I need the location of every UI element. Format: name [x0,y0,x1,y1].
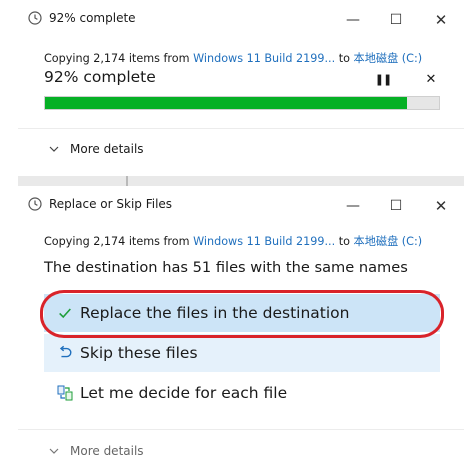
conflict-message: The destination has 51 files with the sa… [44,259,408,276]
maximize-button[interactable]: ☐ [373,0,419,40]
divider [18,128,464,129]
to-word: to [335,52,354,65]
checkmark-icon [56,304,74,322]
title-bar: 92% complete — ☐ ✕ [18,0,464,40]
title-bar: Replace or Skip Files — ☐ ✕ [18,186,464,226]
source-link[interactable]: Windows 11 Build 2199... [193,52,335,65]
skip-files-option[interactable]: Skip these files [44,334,440,372]
pause-button[interactable]: ❚❚ [373,69,393,89]
more-details-toggle[interactable]: More details [48,444,144,458]
source-link[interactable]: Windows 11 Build 2199... [193,235,335,248]
chevron-down-icon [49,448,59,454]
skip-option-label: Skip these files [80,344,198,362]
cancel-button[interactable]: ✕ [421,69,441,89]
copy-summary: Copying 2,174 items from Windows 11 Buil… [44,50,422,66]
close-button[interactable]: ✕ [418,0,464,40]
destination-link[interactable]: 本地磁盘 (C:) [354,52,423,65]
copy-progress-dialog: 92% complete — ☐ ✕ Copying 2,174 items f… [18,0,464,176]
progress-bar [44,96,440,110]
more-details-toggle[interactable]: More details [48,142,144,156]
window-title: Replace or Skip Files [49,197,173,211]
close-button[interactable]: ✕ [418,186,464,226]
copy-prefix: Copying 2,174 items from [44,52,194,65]
window-title: 92% complete [49,11,136,25]
clock-icon [28,197,42,211]
replace-files-option[interactable]: Replace the files in the destination [44,294,440,332]
percent-complete: 92% complete [44,68,156,86]
replace-option-label: Replace the files in the destination [80,304,350,322]
progress-bar-fill [45,97,408,109]
minimize-button[interactable]: — [330,0,376,40]
copy-prefix: Copying 2,174 items from [44,235,194,248]
compare-files-icon [56,384,74,402]
decide-each-file-option[interactable]: Let me decide for each file [44,374,440,412]
background-strip [18,176,464,186]
divider [18,429,464,430]
more-details-label: More details [70,444,144,458]
maximize-button[interactable]: ☐ [373,186,419,226]
more-details-label: More details [70,142,144,156]
to-word: to [335,235,354,248]
replace-or-skip-dialog: Replace or Skip Files — ☐ ✕ Copying 2,17… [18,186,464,472]
decide-option-label: Let me decide for each file [80,384,288,402]
copy-summary: Copying 2,174 items from Windows 11 Buil… [44,233,422,249]
clock-icon [28,11,42,25]
skip-arrow-icon [56,344,74,362]
destination-link[interactable]: 本地磁盘 (C:) [354,235,423,248]
minimize-button[interactable]: — [330,186,376,226]
chevron-down-icon [49,146,59,152]
